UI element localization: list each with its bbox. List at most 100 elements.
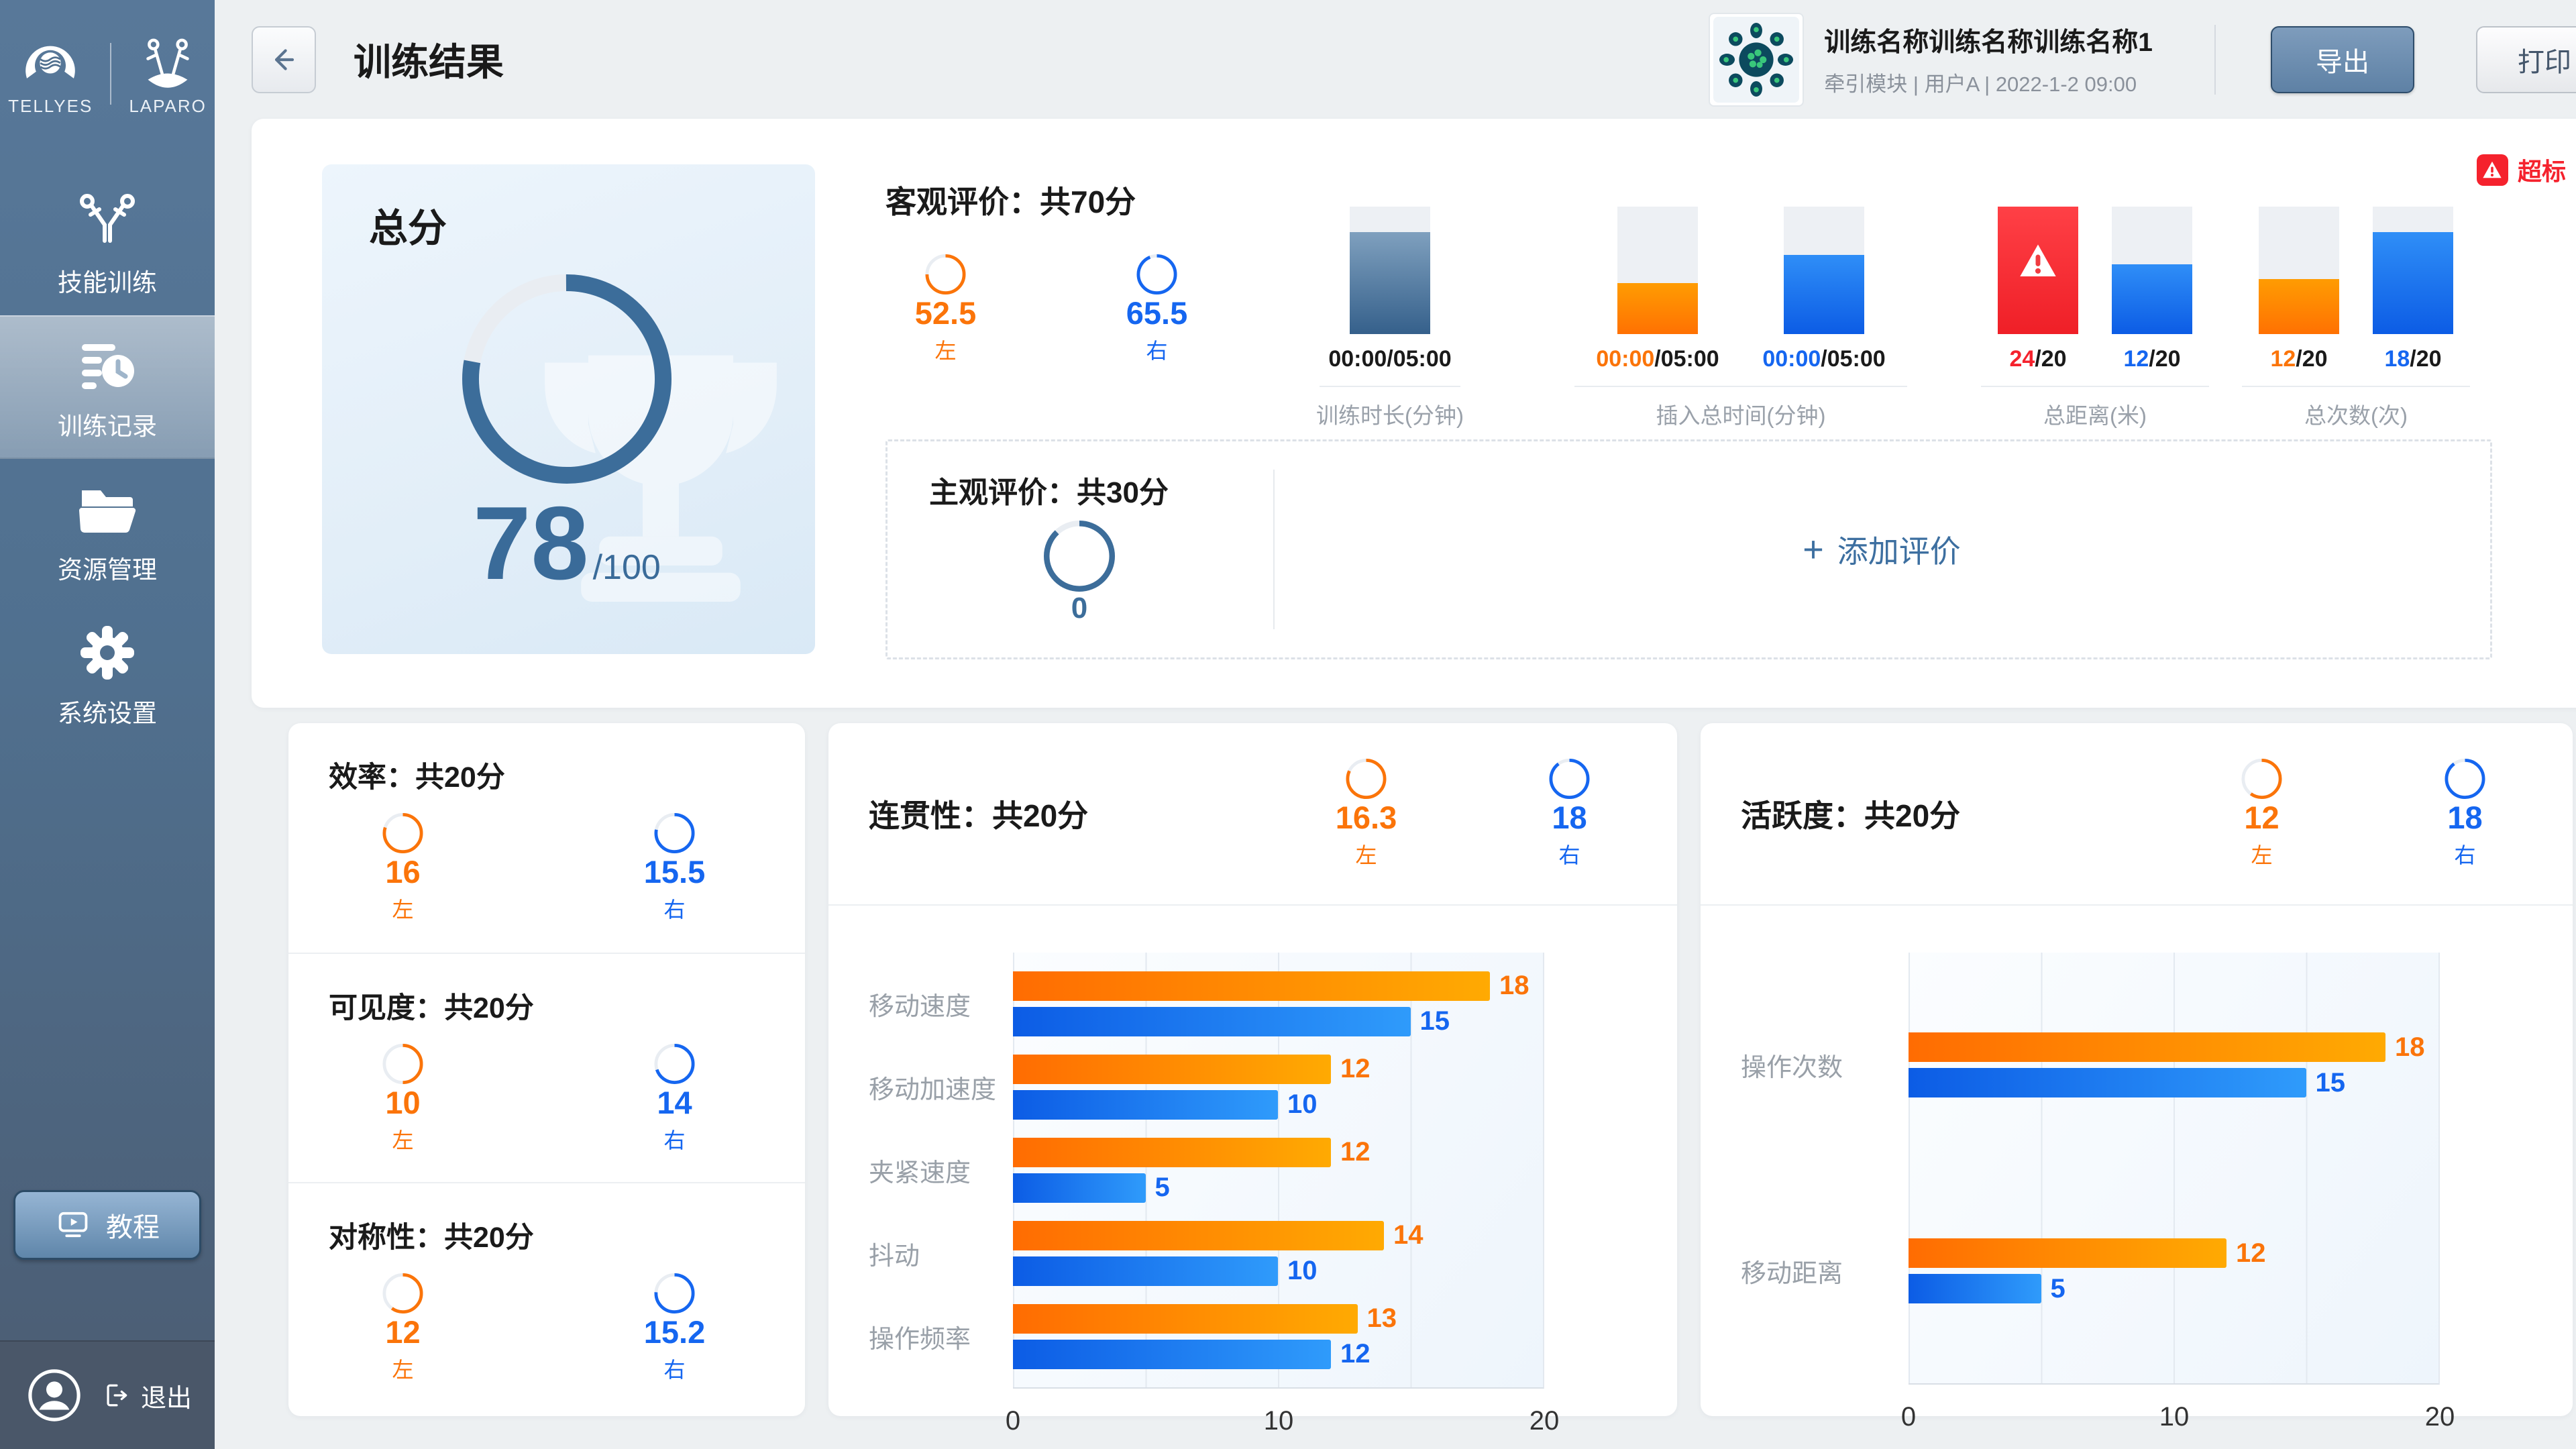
objective-gauge-right: 65.5 右: [1102, 254, 1212, 365]
training-thumbnail-image: [1713, 17, 1800, 103]
activity-gauge-right: 18 右: [2410, 759, 2520, 869]
logout-icon: [101, 1380, 131, 1411]
activity-x-axis: 0 10 20: [1909, 1393, 2440, 1440]
bar-track: [1617, 207, 1698, 334]
plus-icon: +: [1803, 531, 1824, 568]
main-area: 训练结果: [215, 0, 2576, 1449]
warning-icon: [2477, 154, 2508, 186]
content: 总分 78 /100 客观评价：共70分 超标: [215, 119, 2576, 1416]
tellyes-logo-icon: [19, 32, 81, 93]
subjective-gauge: 0: [1027, 521, 1132, 625]
total-score-value: 78: [473, 484, 588, 603]
coherence-gauge-right: 18 右: [1514, 759, 1625, 869]
training-records-icon: [74, 332, 141, 399]
print-button[interactable]: 打印: [2476, 26, 2576, 93]
efficiency-gauge-right: 15.5 右: [619, 813, 730, 924]
activity-chart: 操作次数 移动距离 18 15 12 5: [1701, 953, 2573, 1385]
bar-fill: [1784, 255, 1864, 334]
metric-label: 总次数(次): [2304, 398, 2408, 430]
bottom-row: 效率：共20分 16 左 15.5 右: [252, 723, 2576, 1416]
over-limit-label: 超标: [2518, 152, 2566, 187]
sidebar-item-system-settings[interactable]: 系统设置: [0, 602, 215, 746]
objective-title: 客观评价：共70分: [885, 178, 1136, 222]
page-header: 训练结果: [215, 0, 2576, 119]
bar-fill: [1350, 232, 1430, 334]
total-score-card: 总分 78 /100: [322, 164, 815, 654]
bar-fill: [2373, 232, 2453, 334]
header-separator: [2214, 25, 2216, 95]
export-button[interactable]: 导出: [2271, 26, 2414, 93]
bar-track: [1350, 207, 1430, 334]
metric-label: 总距离(米): [2043, 398, 2147, 430]
metric-training-duration: 00:00/05:00 训练时长(分钟): [1309, 207, 1470, 430]
coherence-card: 连贯性：共20分 16.3 左 18 右: [828, 723, 1677, 1416]
coherence-gauge-left: 16.3 左: [1311, 759, 1421, 869]
bar-track: [2259, 207, 2339, 334]
efficiency-section: 效率：共20分 16 左 15.5 右: [288, 723, 805, 953]
logo-separator: [110, 43, 111, 105]
bar-fill: [2112, 264, 2192, 335]
warning-icon: [2019, 242, 2057, 278]
activity-title: 活跃度：共20分: [1741, 792, 2206, 836]
tellyes-logo: TELLYES: [8, 32, 93, 117]
subjective-evaluation-box: 主观评价：共30分 0 + 添加评价: [885, 439, 2492, 659]
session-meta: 牵引模块 | 用户A | 2022-1-2 09:00: [1824, 67, 2153, 97]
logo-row: TELLYES LAPARO: [0, 0, 215, 127]
coherence-chart: 移动速度 移动加速度 夹紧速度 抖动 操作频率 18 15: [828, 953, 1677, 1389]
total-score-max: /100: [593, 547, 661, 588]
activity-plot: 18 15 12 5: [1909, 953, 2440, 1385]
total-score-title: 总分: [369, 197, 447, 253]
metric-insert-total-time: 00:00/05:00 00:00/05:00 插入总时间(分钟): [1574, 207, 1907, 430]
avatar[interactable]: [25, 1366, 83, 1424]
bar-fill: [2259, 279, 2339, 334]
sidebar-bottom-bar: 退出: [0, 1340, 215, 1449]
metric-total-count: 12/20 18/20 总次数(次): [2242, 207, 2470, 430]
video-tutorial-icon: [55, 1207, 91, 1243]
visibility-gauge-right: 14 右: [619, 1044, 730, 1155]
app: TELLYES LAPARO: [0, 0, 2576, 1449]
metric-total-distance: 24/20 12/20 总距离(米): [1981, 207, 2209, 430]
laparo-label: LAPARO: [129, 96, 207, 117]
page-title: 训练结果: [354, 32, 504, 87]
bar-fill: [1617, 283, 1698, 334]
tutorial-button[interactable]: 教程: [13, 1190, 201, 1260]
skill-training-icon: [74, 189, 141, 256]
metric-label: 训练时长(分钟): [1316, 398, 1464, 430]
add-evaluation-button[interactable]: + 添加评价: [1273, 441, 2490, 657]
objective-gauge-left: 52.5 左: [890, 254, 1001, 365]
visibility-gauge-left: 10 左: [347, 1044, 458, 1155]
activity-gauge-left: 12 左: [2206, 759, 2317, 869]
sidebar-item-resource-management[interactable]: 资源管理: [0, 459, 215, 602]
total-score-gauge: 78 /100: [402, 274, 731, 603]
scores-card: 效率：共20分 16 左 15.5 右: [288, 723, 805, 1416]
coherence-plot: 18 15 12 10 12 5: [1013, 953, 1544, 1389]
bar-track: [1784, 207, 1864, 334]
bar-track: [1998, 207, 2078, 334]
visibility-section: 可见度：共20分 10 左 14 右: [288, 953, 805, 1182]
over-limit-badge: 超标: [2477, 152, 2566, 187]
tellyes-label: TELLYES: [8, 96, 93, 117]
user-avatar-icon: [25, 1366, 83, 1424]
sidebar-menu: 技能训练 训练记录: [0, 172, 215, 746]
bar-track: [2112, 207, 2192, 334]
metric-label: 插入总时间(分钟): [1656, 398, 1826, 430]
symmetry-section: 对称性：共20分 12 左 15.2 右: [288, 1182, 805, 1411]
sidebar-item-skill-training[interactable]: 技能训练: [0, 172, 215, 315]
symmetry-gauge-left: 12 左: [347, 1273, 458, 1384]
coherence-x-axis: 0 10 20: [1013, 1397, 1544, 1444]
subjective-title: 主观评价：共30分: [929, 468, 1169, 511]
session-info: 训练名称训练名称训练名称1 牵引模块 | 用户A | 2022-1-2 09:0…: [1709, 13, 2153, 107]
coherence-title: 连贯性：共20分: [869, 792, 1311, 836]
session-name: 训练名称训练名称训练名称1: [1824, 21, 2153, 59]
back-button[interactable]: [252, 26, 316, 93]
symmetry-gauge-right: 15.2 右: [619, 1273, 730, 1384]
activity-card: 活跃度：共20分 12 左 18 右: [1701, 723, 2573, 1416]
overview-card: 总分 78 /100 客观评价：共70分 超标: [252, 119, 2576, 708]
efficiency-gauge-left: 16 左: [347, 813, 458, 924]
logout-button[interactable]: 退出: [101, 1377, 192, 1414]
folder-icon: [74, 476, 141, 543]
bar-track: [2373, 207, 2453, 334]
sidebar-item-training-records[interactable]: 训练记录: [0, 315, 215, 459]
gear-icon: [74, 619, 141, 686]
sidebar: TELLYES LAPARO: [0, 0, 215, 1449]
